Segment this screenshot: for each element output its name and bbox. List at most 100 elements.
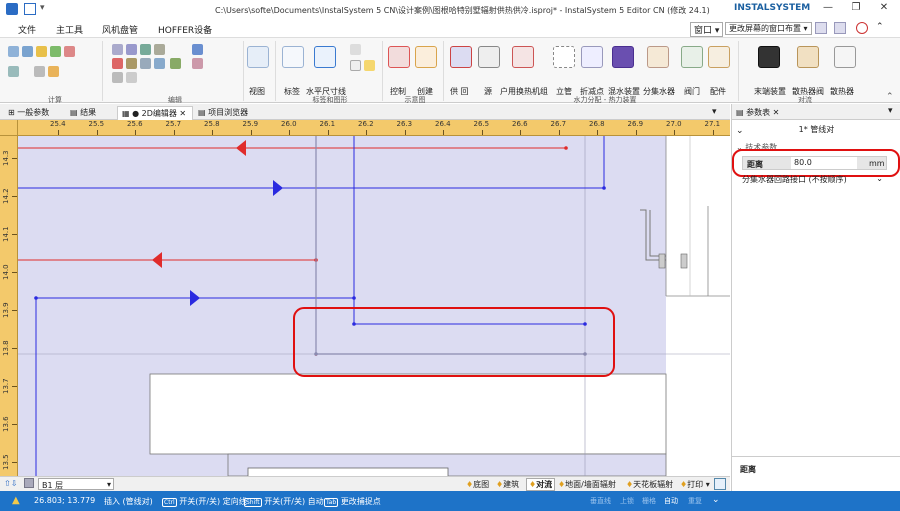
toggle-repeat[interactable]: 重复 [688, 496, 702, 506]
label-button[interactable]: 标签 [284, 86, 300, 97]
heat-exchanger-icon[interactable] [512, 46, 534, 68]
monitor-icon[interactable] [815, 22, 827, 34]
mixing-unit-icon[interactable] [612, 46, 634, 68]
layer-building[interactable]: ♦建筑 [496, 479, 519, 490]
close-icon[interactable]: ✕ [773, 108, 780, 117]
heat-exchanger-button[interactable]: 户用换热机组 [500, 86, 548, 97]
undo-icon[interactable] [140, 44, 151, 55]
view-button[interactable]: 视图 [249, 86, 265, 97]
edit-icon-2[interactable] [192, 58, 203, 69]
zoom-icon[interactable] [714, 478, 726, 490]
calc-icon-2[interactable] [22, 46, 33, 57]
help-icon[interactable] [856, 22, 868, 34]
valve-button[interactable]: 阀门 [684, 86, 700, 97]
control-icon[interactable] [388, 46, 410, 68]
calc-icon-5[interactable] [64, 46, 75, 57]
pipe-node[interactable] [564, 146, 568, 150]
manifold-icon[interactable] [647, 46, 669, 68]
source-icon[interactable] [478, 46, 500, 68]
valve-icon[interactable] [681, 46, 703, 68]
customize-icon[interactable]: ▾ [40, 3, 52, 15]
move-icon[interactable] [140, 58, 151, 69]
pipe-node[interactable] [352, 322, 356, 326]
calc-icon-4[interactable] [50, 46, 61, 57]
pipe-node[interactable] [583, 322, 587, 326]
edit-icon-1[interactable] [192, 44, 203, 55]
note-icon[interactable] [364, 60, 375, 71]
edit-icon-3[interactable] [112, 72, 123, 83]
rotate-icon[interactable] [170, 58, 181, 69]
close-icon[interactable]: ✕ [179, 109, 186, 118]
menu-fan-coil[interactable]: 风机盘管 [102, 23, 138, 36]
tab-results[interactable]: ▤ 结果 [66, 106, 100, 120]
layer-base[interactable]: ♦底图 [466, 479, 489, 490]
source-button[interactable]: 源 [484, 86, 492, 97]
panel-menu-icon[interactable]: ▾ [888, 106, 893, 116]
label-icon[interactable] [282, 46, 304, 68]
calc-icon-6[interactable] [8, 66, 19, 77]
radiator-icon[interactable] [834, 46, 856, 68]
tab-2d-editor[interactable]: ▦ ● 2D编辑器 ✕ [117, 106, 193, 120]
pipe-node[interactable] [583, 352, 587, 356]
floor-select[interactable]: B1 层 ▾ [38, 478, 114, 490]
radiator-valve-icon[interactable] [797, 46, 819, 68]
tab-general-params[interactable]: ⊞ 一般参数 [4, 106, 53, 120]
menu-hoffer[interactable]: HOFFER设备 [158, 23, 212, 36]
menu-file[interactable]: 文件 [18, 23, 36, 36]
cut-icon[interactable] [112, 58, 123, 69]
calc-icon-1[interactable] [8, 46, 19, 57]
riser-icon[interactable] [553, 46, 575, 68]
toggle-lock[interactable]: 上锁 [620, 496, 634, 506]
calc-icon-8[interactable] [48, 66, 59, 77]
pipe-node[interactable] [314, 352, 318, 356]
edit-icon-4[interactable] [126, 72, 137, 83]
tabs-menu-icon[interactable]: ▾ [708, 106, 721, 120]
toggle-vertical[interactable]: 垂直线 [590, 496, 611, 506]
tab-project-browser[interactable]: ▤ 项目浏览器 [194, 106, 252, 120]
terminal-unit-icon[interactable] [758, 46, 780, 68]
calc-icon-7[interactable] [34, 66, 45, 77]
page-arrows-icon[interactable]: ⇧⇩ [4, 479, 17, 488]
collapse-icon[interactable]: ⌃ [876, 22, 884, 32]
mirror-icon[interactable] [154, 58, 165, 69]
warning-icon[interactable]: ▲ [12, 495, 20, 506]
drawing-svg[interactable] [18, 136, 730, 476]
redo-icon[interactable] [154, 44, 165, 55]
maximize-button[interactable]: ❐ [846, 2, 866, 16]
layer-print[interactable]: ♦打印 ▾ [680, 479, 710, 490]
dimension-icon[interactable] [314, 46, 336, 68]
drawing-canvas[interactable] [18, 136, 730, 476]
pipe-node[interactable] [602, 186, 606, 190]
minimize-button[interactable]: — [818, 2, 838, 16]
connection-select[interactable]: 分集水器回路接口 (不按顺序) ⌄ [742, 174, 887, 185]
status-menu-icon[interactable]: ⌄ [712, 495, 720, 505]
layer-ceiling[interactable]: ♦天花板辐射 [626, 479, 673, 490]
view-icon[interactable] [247, 46, 269, 68]
panel-icon[interactable] [834, 22, 846, 34]
reduction-point-icon[interactable] [581, 46, 603, 68]
delete-icon[interactable] [126, 58, 137, 69]
supply-return-button[interactable]: 供 回 [450, 86, 469, 97]
radiator-button[interactable]: 散热器 [830, 86, 854, 97]
terminal-unit-button[interactable]: 末端装置 [754, 86, 786, 97]
save-icon[interactable] [24, 3, 36, 15]
pipe-node[interactable] [34, 296, 38, 300]
shape-icon[interactable] [350, 60, 361, 71]
create-icon[interactable] [415, 46, 437, 68]
layer-convection[interactable]: ♦对流 [526, 478, 556, 491]
window-dropdown[interactable]: 窗口 ▾ [690, 22, 724, 37]
fitting-button[interactable]: 配件 [710, 86, 726, 97]
ribbon-collapse-icon[interactable]: ⌃ [886, 92, 894, 102]
toggle-grid[interactable]: 栅格 [642, 496, 656, 506]
fitting-icon[interactable] [708, 46, 730, 68]
layer-floor-wall[interactable]: ♦地面/墙面辐射 [558, 479, 616, 490]
copy-icon[interactable] [112, 44, 123, 55]
supply-return-icon[interactable] [450, 46, 472, 68]
toggle-auto[interactable]: 自动 [664, 496, 678, 506]
panel-tab[interactable]: ▤ 参数表 ✕ [736, 107, 779, 118]
close-button[interactable]: ✕ [874, 2, 894, 16]
paste-icon[interactable] [126, 44, 137, 55]
text-icon[interactable] [350, 44, 361, 55]
layout-dropdown[interactable]: 更改屏幕的窗口布置 ▾ [725, 22, 812, 35]
calc-icon-3[interactable] [36, 46, 47, 57]
